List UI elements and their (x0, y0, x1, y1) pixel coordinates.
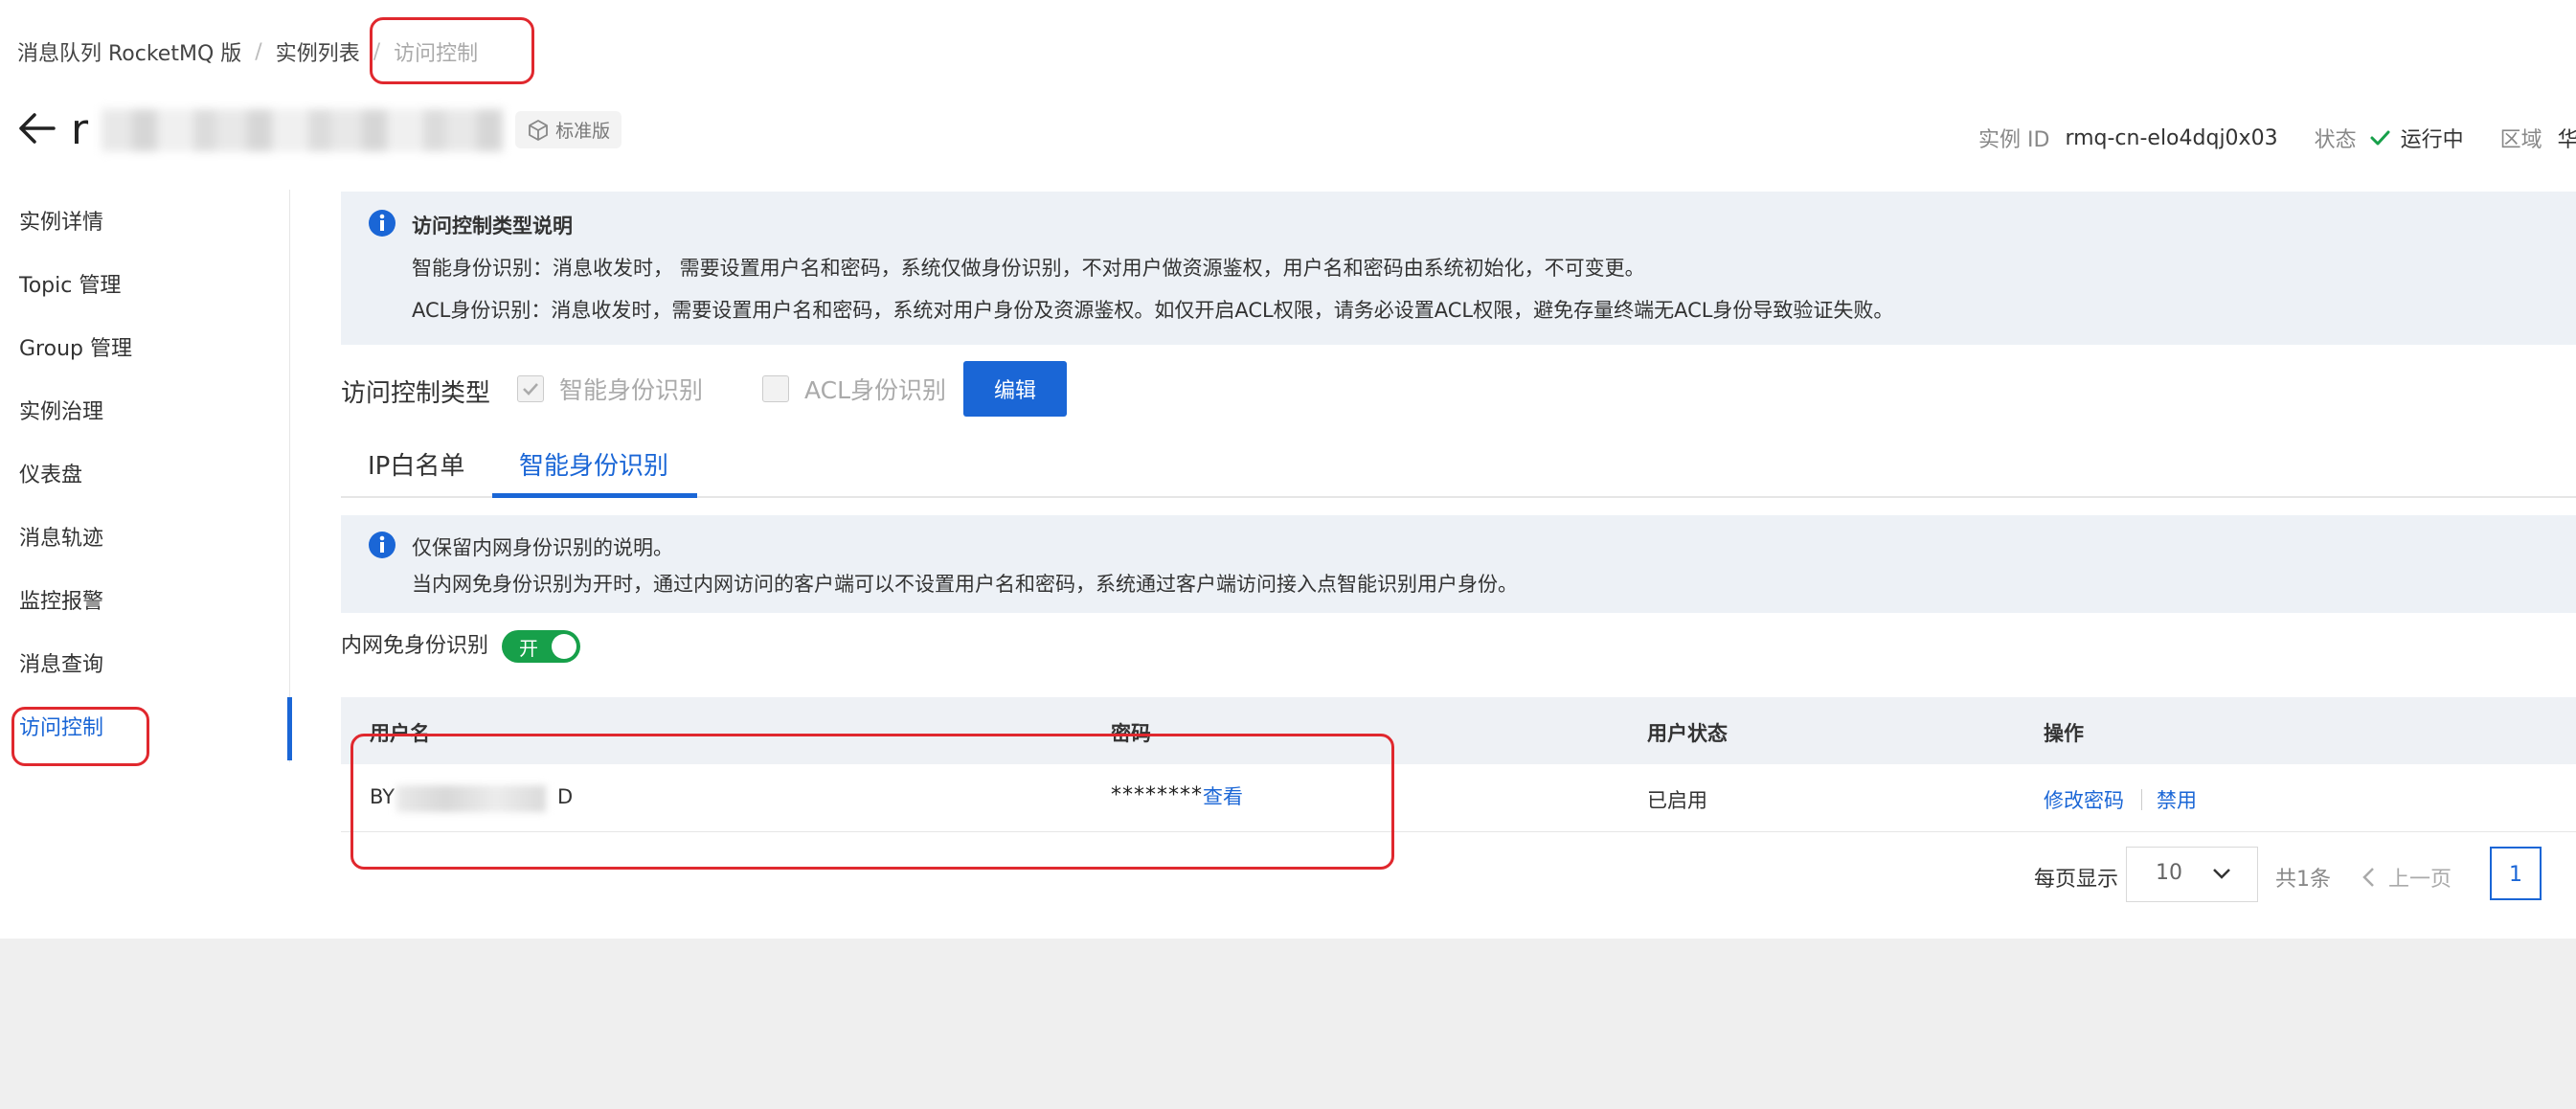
sidebar-item-message-trace[interactable]: 消息轨迹 (0, 508, 287, 571)
breadcrumb-current: 访问控制 (394, 42, 479, 66)
smart-identity-checkbox[interactable] (517, 375, 544, 402)
intranet-toggle[interactable]: 开 (502, 630, 580, 663)
username-start: BY (370, 785, 395, 808)
edition-label: 标准版 (555, 121, 611, 142)
breadcrumb-separator: / (373, 39, 381, 64)
access-type-notice: 访问控制类型说明 智能身份识别：消息收发时， 需要设置用户名和密码，系统仅做身份… (341, 192, 2576, 345)
chevron-left-icon (2362, 868, 2374, 887)
instance-name: r (71, 105, 89, 154)
instance-title: r 标准版 (71, 105, 622, 154)
tab-smart-identity[interactable]: 智能身份识别 (519, 446, 668, 482)
smart-identity-option: 智能身份识别 (559, 376, 704, 404)
sidebar-active-indicator (287, 697, 292, 760)
edition-badge: 标准版 (515, 111, 622, 148)
toggle-knob (552, 634, 576, 659)
per-page-label: 每页显示 (2034, 868, 2119, 892)
user-status: 已启用 (1647, 789, 1707, 812)
per-page-value: 10 (2156, 861, 2182, 885)
status-value: 运行中 (2400, 128, 2464, 152)
notice-intranet-title: 仅保留内网身份识别的说明。 (412, 536, 673, 559)
page: 消息队列 RocketMQ 版 / 实例列表 / 访问控制 r 标准版 实例 I… (0, 0, 2576, 939)
status-label: 状态 (2314, 128, 2357, 152)
sidebar-item-topic[interactable]: Topic 管理 (0, 255, 287, 318)
edit-button[interactable]: 编辑 (963, 361, 1067, 417)
column-header-actions: 操作 (2044, 722, 2084, 745)
chevron-down-icon (2213, 869, 2230, 879)
check-icon (2368, 126, 2391, 149)
breadcrumb-item-instances[interactable]: 实例列表 (276, 36, 360, 67)
table-header: 用户名 密码 用户状态 操作 (341, 697, 2576, 764)
password-mask: ******** (1111, 783, 1203, 807)
info-icon (369, 532, 395, 558)
per-page-select[interactable]: 10 (2126, 847, 2258, 902)
info-icon (369, 210, 395, 237)
instance-id-value: rmq-cn-elo4dqj0x03 (2065, 125, 2278, 150)
sidebar-item-governance[interactable]: 实例治理 (0, 381, 287, 444)
access-type-label: 访问控制类型 (341, 379, 491, 408)
column-header-password: 密码 (1111, 722, 1151, 745)
cube-icon (529, 119, 548, 141)
tab-active-indicator (492, 493, 697, 498)
intranet-notice: 仅保留内网身份识别的说明。 当内网免身份识别为开时，通过内网访问的客户端可以不设… (341, 515, 2576, 613)
region-label: 区域 (2499, 128, 2542, 152)
sidebar-item-access-control[interactable]: 访问控制 (0, 697, 287, 760)
breadcrumb-separator: / (255, 39, 262, 64)
notice-smart-desc: 智能身份识别：消息收发时， 需要设置用户名和密码，系统仅做身份识别，不对用户做资… (412, 257, 1645, 280)
sidebar-item-dashboard[interactable]: 仪表盘 (0, 444, 287, 508)
notice-acl-desc: ACL身份识别：消息收发时，需要设置用户名和密码，系统对用户身份及资源鉴权。如仅… (412, 299, 1894, 322)
sidebar-item-group[interactable]: Group 管理 (0, 318, 287, 381)
acl-identity-checkbox[interactable] (762, 375, 789, 402)
table-row: BY D ******** 查看 已启用 修改密码 禁用 (341, 764, 2576, 832)
modify-password-link[interactable]: 修改密码 (2044, 785, 2124, 814)
sidebar-item-message-query[interactable]: 消息查询 (0, 634, 287, 697)
back-arrow-icon[interactable] (15, 107, 57, 149)
view-password-link[interactable]: 查看 (1203, 781, 1243, 810)
prev-page-button[interactable]: 上一页 (2361, 862, 2452, 893)
username-end: D (557, 785, 574, 808)
total-count: 共1条 (2275, 868, 2331, 892)
acl-identity-option: ACL身份识别 (804, 376, 947, 404)
disable-user-link[interactable]: 禁用 (2157, 785, 2197, 814)
sidebar-item-monitoring[interactable]: 监控报警 (0, 571, 287, 634)
page-number-current[interactable]: 1 (2490, 847, 2542, 900)
checkmark-icon (523, 383, 538, 396)
notice-title: 访问控制类型说明 (412, 215, 573, 238)
prev-page-label: 上一页 (2388, 868, 2452, 892)
sidebar: 实例详情 Topic 管理 Group 管理 实例治理 仪表盘 消息轨迹 监控报… (0, 192, 287, 760)
notice-intranet-desc: 当内网免身份识别为开时，通过内网访问的客户端可以不设置用户名和密码，系统通过客户… (412, 573, 1518, 596)
action-separator (2141, 789, 2142, 810)
tab-ip-whitelist[interactable]: IP白名单 (368, 446, 464, 482)
breadcrumb-item-product[interactable]: 消息队列 RocketMQ 版 (17, 36, 241, 67)
sidebar-item-instance-details[interactable]: 实例详情 (0, 192, 287, 255)
instance-name-redacted (102, 108, 505, 151)
intranet-toggle-label: 内网免身份识别 (341, 634, 489, 658)
username-redacted (396, 785, 546, 812)
sidebar-divider (289, 190, 290, 762)
column-header-status: 用户状态 (1647, 722, 1728, 745)
column-header-username: 用户名 (370, 722, 430, 745)
instance-meta: 实例 ID rmq-cn-elo4dqj0x03 状态 运行中 区域 华 (1978, 123, 2576, 153)
instance-id-label: 实例 ID (1978, 128, 2050, 152)
toggle-state-text: 开 (519, 637, 538, 660)
region-value: 华 (2557, 128, 2576, 152)
breadcrumb: 消息队列 RocketMQ 版 / 实例列表 / 访问控制 (17, 36, 478, 67)
